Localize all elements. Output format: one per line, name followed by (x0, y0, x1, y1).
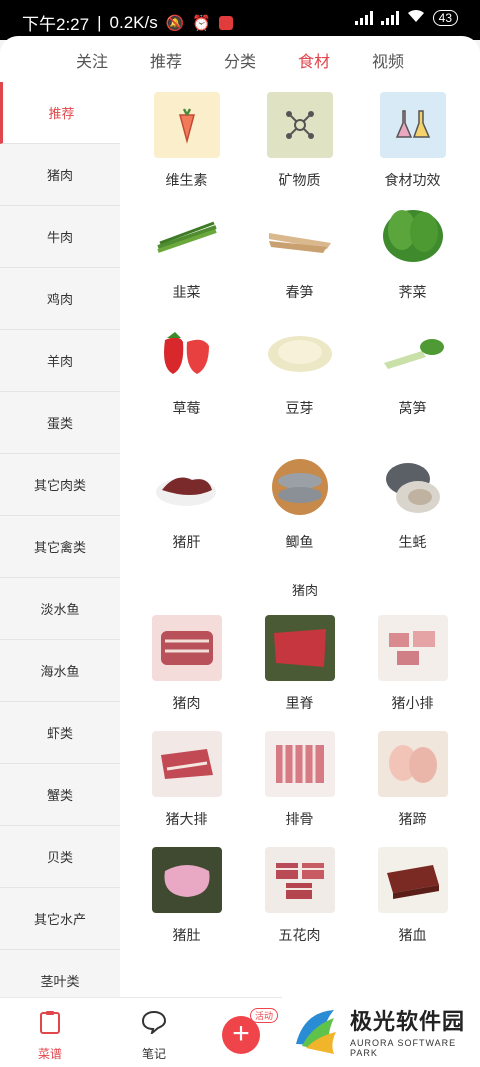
tab-video[interactable]: 视频 (372, 48, 404, 82)
shepherds-purse-image (378, 204, 448, 270)
sidebar-item-recommend[interactable]: 推荐 (0, 82, 120, 144)
clipboard-icon (39, 1010, 61, 1039)
spare-ribs-image (264, 731, 335, 797)
pork-item-spare-ribs[interactable]: 排骨 (243, 731, 356, 847)
sidebar-item-other-seafood[interactable]: 其它水产 (0, 888, 120, 950)
pork-item-pork-belly[interactable]: 五花肉 (243, 847, 356, 963)
activity-badge: 活动 (250, 1008, 279, 1023)
signal-icon-2 (380, 10, 399, 25)
tripe-image (151, 847, 222, 913)
pork-item-pork-chop[interactable]: 猪大排 (130, 731, 243, 847)
pork-item-small-ribs[interactable]: 猪小排 (356, 615, 469, 731)
tenderloin-image (264, 615, 335, 681)
ingredient-lettuce-stem[interactable]: 莴笋 (356, 314, 469, 430)
ingredient-content: 维生素 矿物质 食材功效 韭菜 春笋 荠菜 草莓 豆芽 莴笋 猪肝 鲫鱼 生蚝 … (120, 82, 480, 997)
sidebar-item-shellfish[interactable]: 贝类 (0, 826, 120, 888)
status-time: 下午2:27 (22, 15, 90, 34)
top-tabs: 关注 推荐 分类 食材 视频 (0, 36, 480, 82)
wifi-icon (407, 9, 425, 26)
sidebar-item-freshwater-fish[interactable]: 淡水鱼 (0, 578, 120, 640)
sidebar-item-other-meat[interactable]: 其它肉类 (0, 454, 120, 516)
app-window: 关注 推荐 分类 食材 视频 推荐 猪肉 牛肉 鸡肉 羊肉 蛋类 其它肉类 其它… (0, 36, 480, 1067)
pork-item-tripe[interactable]: 猪肚 (130, 847, 243, 963)
ingredient-shepherds-purse[interactable]: 荠菜 (356, 198, 469, 314)
sidebar-item-chicken[interactable]: 鸡肉 (0, 268, 120, 330)
signal-icon (354, 10, 373, 25)
watermark-title: 极光软件园 (350, 1009, 466, 1034)
pork-item-tenderloin[interactable]: 里脊 (243, 615, 356, 731)
sidebar-item-pork[interactable]: 猪肉 (0, 144, 120, 206)
pork-belly-image (264, 847, 335, 913)
bamboo-shoot-image (265, 204, 335, 270)
pork-item-pig-blood[interactable]: 猪血 (356, 847, 469, 963)
trotters-image (377, 731, 448, 797)
pork-chop-image (151, 731, 222, 797)
app-notification-icon (219, 15, 234, 30)
tab-recommend[interactable]: 推荐 (150, 48, 182, 82)
nav-notes[interactable]: 笔记 (124, 1010, 184, 1062)
molecule-icon (266, 92, 333, 158)
alarm-icon: ⏰ (192, 14, 212, 32)
watermark: 极光软件园 AURORA SOFTWARE PARK (282, 995, 480, 1067)
tab-category[interactable]: 分类 (224, 48, 256, 82)
pork-item-pork[interactable]: 猪肉 (130, 615, 243, 731)
chat-bubble-icon (141, 1010, 167, 1039)
battery-indicator: 43 (432, 9, 458, 26)
crucian-carp-image (265, 454, 335, 520)
category-ingredient-effects[interactable]: 食材功效 (356, 82, 469, 198)
mute-icon: 🔕 (165, 14, 185, 32)
sidebar-item-eggs[interactable]: 蛋类 (0, 392, 120, 454)
ingredient-pork-liver[interactable]: 猪肝 (130, 430, 243, 570)
sidebar-item-other-poultry[interactable]: 其它禽类 (0, 516, 120, 578)
ingredient-strawberry[interactable]: 草莓 (130, 314, 243, 430)
pork-ingredients: 猪肉 里脊 猪小排 猪大排 排骨 猪蹄 猪肚 五花肉 猪血 (120, 615, 480, 963)
tab-ingredients[interactable]: 食材 (298, 48, 330, 82)
tab-follow[interactable]: 关注 (76, 48, 108, 82)
network-speed: 0.2K/s (109, 12, 158, 32)
ingredient-chives[interactable]: 韭菜 (130, 198, 243, 314)
pork-liver-image (152, 454, 222, 520)
category-mineral[interactable]: 矿物质 (243, 82, 356, 198)
category-sidebar: 推荐 猪肉 牛肉 鸡肉 羊肉 蛋类 其它肉类 其它禽类 淡水鱼 海水鱼 虾类 蟹… (0, 82, 120, 1012)
sidebar-item-sea-fish[interactable]: 海水鱼 (0, 640, 120, 702)
status-bar: 下午2:27 | 0.2K/s 🔕 ⏰ 43 (0, 0, 480, 40)
ingredient-oyster[interactable]: 生蚝 (356, 430, 469, 570)
oyster-image (378, 454, 448, 520)
strawberry-image (152, 320, 222, 386)
ingredient-bean-sprouts[interactable]: 豆芽 (243, 314, 356, 430)
nutrition-category-row: 维生素 矿物质 食材功效 (120, 82, 480, 198)
category-vitamin[interactable]: 维生素 (130, 82, 243, 198)
ingredient-crucian-carp[interactable]: 鲫鱼 (243, 430, 356, 570)
bean-sprouts-image (265, 320, 335, 386)
nav-recipes[interactable]: 菜谱 (20, 1010, 80, 1062)
section-title-pork: 猪肉 (291, 583, 318, 598)
watermark-subtitle: AURORA SOFTWARE PARK (350, 1038, 457, 1058)
sidebar-item-crab[interactable]: 蟹类 (0, 764, 120, 826)
pork-image (151, 615, 222, 681)
sidebar-item-lamb[interactable]: 羊肉 (0, 330, 120, 392)
pork-item-trotters[interactable]: 猪蹄 (356, 731, 469, 847)
sidebar-item-shrimp[interactable]: 虾类 (0, 702, 120, 764)
pig-blood-image (377, 847, 448, 913)
lettuce-stem-image (378, 320, 448, 386)
flask-icon (379, 92, 446, 158)
ingredient-spring-bamboo[interactable]: 春笋 (243, 198, 356, 314)
sidebar-item-beef[interactable]: 牛肉 (0, 206, 120, 268)
recommended-ingredients: 韭菜 春笋 荠菜 草莓 豆芽 莴笋 猪肝 鲫鱼 生蚝 猪肉 (120, 198, 480, 615)
aurora-logo-icon (290, 1004, 344, 1058)
small-ribs-image (377, 615, 448, 681)
chives-image (152, 204, 222, 270)
carrot-icon (153, 92, 220, 158)
